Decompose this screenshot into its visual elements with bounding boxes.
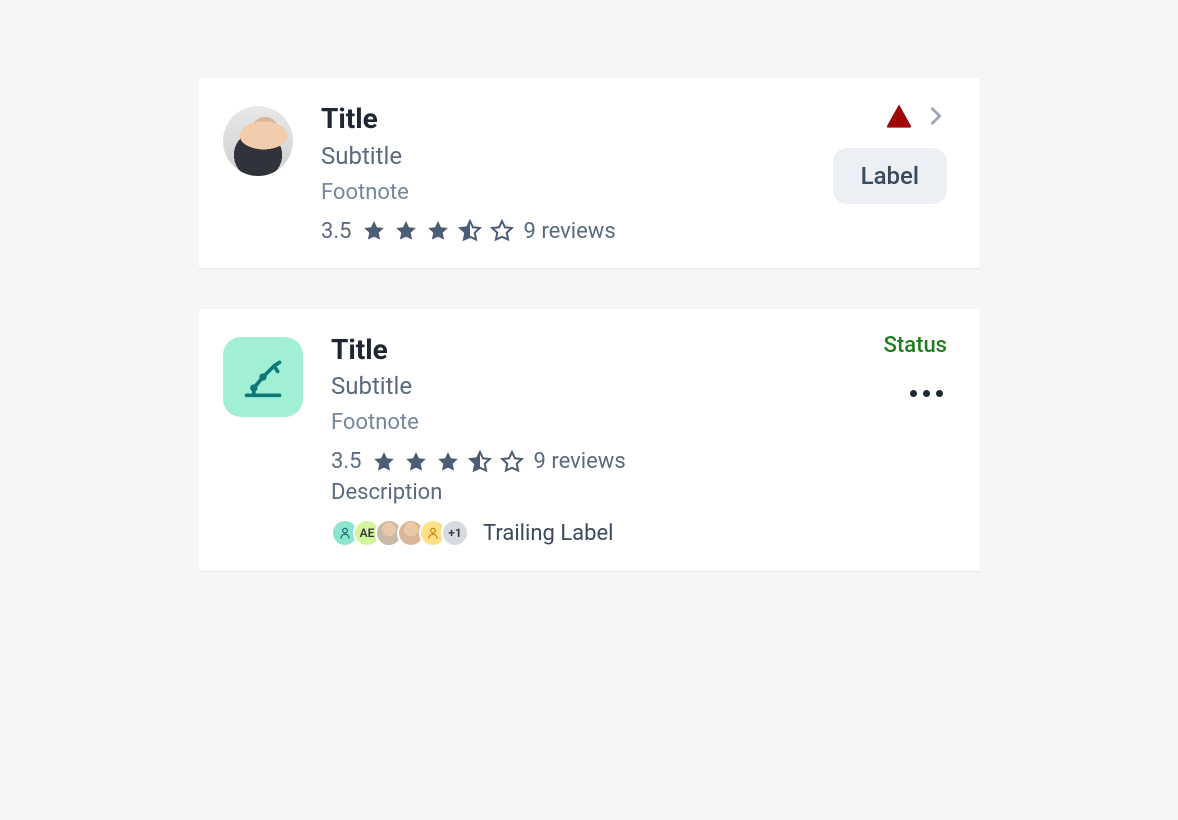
rating-row: 3.5 9 reviews <box>331 449 856 474</box>
warning-icon <box>885 102 913 130</box>
star-half-icon <box>468 450 492 474</box>
person-icon <box>338 526 352 540</box>
card-footnote: Footnote <box>331 410 856 435</box>
list-card[interactable]: Title Subtitle Footnote 3.5 9 reviews <box>199 78 979 269</box>
card-title: Title <box>321 102 805 136</box>
card-subtitle: Subtitle <box>321 142 805 170</box>
rating-stars <box>372 450 524 474</box>
chevron-right-icon[interactable] <box>925 105 947 127</box>
star-empty-icon <box>500 450 524 474</box>
rating-value: 3.5 <box>321 219 352 244</box>
card-description: Description <box>331 480 856 505</box>
card-title: Title <box>331 333 856 367</box>
card-main-column: Title Subtitle Footnote 3.5 9 reviews <box>321 102 805 244</box>
star-icon <box>362 219 386 243</box>
card-trailing: Status <box>884 333 947 401</box>
card-subtitle: Subtitle <box>331 372 856 400</box>
avatar <box>223 106 293 176</box>
label-pill: Label <box>833 148 947 204</box>
review-count: 9 reviews <box>524 219 616 244</box>
list-card[interactable]: Title Subtitle Footnote 3.5 9 reviews De… <box>199 309 979 573</box>
star-empty-icon <box>490 219 514 243</box>
more-icon[interactable] <box>906 386 947 401</box>
review-count: 9 reviews <box>534 449 626 474</box>
card-footnote: Footnote <box>321 180 805 205</box>
star-icon <box>404 450 428 474</box>
star-icon <box>436 450 460 474</box>
avatar-chip-row: AE +1 Trailing Label <box>331 519 856 547</box>
star-icon <box>426 219 450 243</box>
star-half-icon <box>458 219 482 243</box>
avatar-chip-overflow[interactable]: +1 <box>441 519 469 547</box>
rating-value: 3.5 <box>331 449 362 474</box>
rating-row: 3.5 9 reviews <box>321 219 805 244</box>
card-main-column: Title Subtitle Footnote 3.5 9 reviews De… <box>331 333 856 548</box>
status-text: Status <box>884 333 947 358</box>
robot-arm-icon <box>240 355 286 399</box>
card-trailing: Label <box>833 102 947 204</box>
icon-tile <box>223 337 303 417</box>
avatar-chip-stack: AE +1 <box>331 519 469 547</box>
chip-trailing-label: Trailing Label <box>483 521 614 546</box>
person-icon <box>426 526 440 540</box>
star-icon <box>394 219 418 243</box>
star-icon <box>372 450 396 474</box>
rating-stars <box>362 219 514 243</box>
